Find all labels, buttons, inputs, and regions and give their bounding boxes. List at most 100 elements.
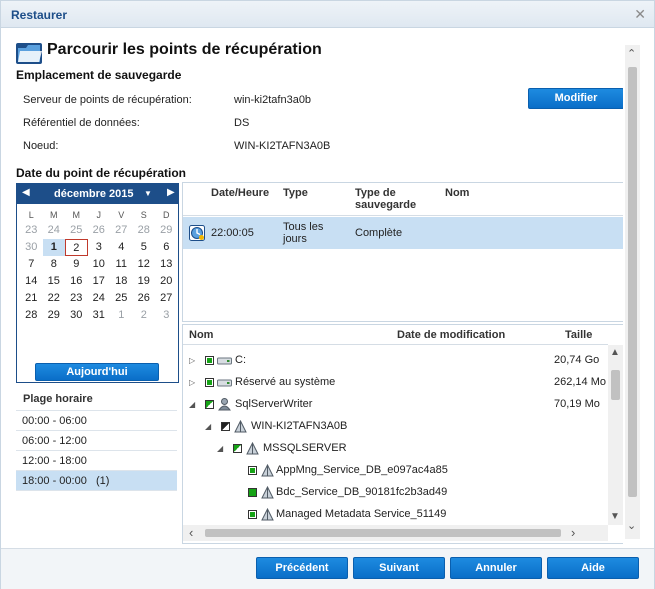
tree-row[interactable]: AppMng_Service_DB_e097ac4a85 [183,460,608,482]
calendar-day[interactable]: 27 [155,290,178,307]
collapse-icon[interactable]: ◢ [189,400,195,409]
tree-checkbox[interactable] [233,444,242,453]
tree-col-modified[interactable]: Date de modification [397,329,505,341]
calendar-day[interactable]: 30 [65,307,88,324]
calendar-day[interactable]: 15 [43,273,66,290]
cancel-button[interactable]: Annuler [450,557,542,579]
time-range-item[interactable]: 06:00 - 12:00 [16,431,177,451]
time-range-item-selected[interactable]: 18:00 - 00:00 (1) [16,471,177,491]
tree-col-name[interactable]: Nom [189,329,213,341]
calendar-day[interactable]: 25 [110,290,133,307]
time-range-item[interactable]: 12:00 - 18:00 [16,451,177,471]
scroll-down-icon[interactable]: ⌄ [627,519,636,532]
tree-row[interactable]: ◢ SqlServerWriter 70,19 Mo [183,394,608,416]
recovery-point-row[interactable]: 22:00:05 Tous les jours Complète [183,217,623,249]
scroll-thumb[interactable] [611,370,620,400]
calendar-day[interactable]: 14 [20,273,43,290]
calendar-day[interactable]: 27 [110,222,133,239]
scroll-left-icon[interactable]: ‹ [189,525,193,540]
calendar-day[interactable]: 28 [20,307,43,324]
calendar-day[interactable]: 4 [110,239,133,256]
calendar-day[interactable]: 12 [133,256,156,273]
calendar-day[interactable]: 30 [20,239,43,256]
scroll-down-icon[interactable]: ▼ [610,511,620,522]
help-button[interactable]: Aide [547,557,639,579]
tree-checkbox[interactable] [248,488,257,497]
next-month-icon[interactable]: ▶ [167,187,175,198]
tree-checkbox[interactable] [221,422,230,431]
col-header-time[interactable]: Date/Heure [211,187,269,199]
today-button[interactable]: Aujourd'hui [35,363,159,381]
calendar-day[interactable]: 7 [20,256,43,273]
time-range-item[interactable]: 00:00 - 06:00 [16,411,177,431]
expand-icon[interactable]: ▷ [189,378,195,387]
datastore-value: DS [234,117,250,129]
scroll-thumb[interactable] [205,529,561,537]
node-label: Noeud: [23,140,59,152]
calendar-day[interactable]: 23 [65,290,88,307]
scroll-up-icon[interactable]: ⌃ [627,47,636,60]
prev-month-icon[interactable]: ◀ [22,187,30,198]
col-header-backup-type[interactable]: Type de sauvegarde [355,187,431,211]
calendar-day[interactable]: 19 [133,273,156,290]
calendar-day[interactable]: 17 [88,273,111,290]
tree-checkbox[interactable] [248,510,257,519]
scroll-thumb[interactable] [628,67,637,497]
col-header-type[interactable]: Type [283,187,308,199]
calendar-day[interactable]: 13 [155,256,178,273]
tree-row[interactable]: ◢ WIN-KI2TAFN3A0B [183,416,608,438]
calendar-day[interactable]: 26 [88,222,111,239]
previous-button[interactable]: Précédent [256,557,348,579]
tree-checkbox[interactable] [205,356,214,365]
col-header-name[interactable]: Nom [445,187,469,199]
tree-row[interactable]: ▷ Réservé au système 262,14 Mo [183,372,608,394]
calendar-day-today[interactable]: 2 [65,239,88,256]
tree-row[interactable]: Managed Metadata Service_51149 [183,504,608,526]
calendar-day[interactable]: 11 [110,256,133,273]
calendar-day[interactable]: 24 [88,290,111,307]
calendar-day[interactable]: 29 [43,307,66,324]
calendar-day[interactable]: 3 [155,307,178,324]
chevron-down-icon[interactable]: ▼ [144,189,152,198]
calendar-day[interactable]: 20 [155,273,178,290]
tree-row[interactable]: ▷ C: 20,74 Go [183,350,608,372]
calendar-day[interactable]: 28 [133,222,156,239]
calendar-day[interactable]: 1 [110,307,133,324]
calendar-day[interactable]: 10 [88,256,111,273]
calendar-day[interactable]: 23 [20,222,43,239]
dialog-vertical-scrollbar[interactable]: ⌃ ⌄ [625,45,640,539]
calendar-day[interactable]: 5 [133,239,156,256]
calendar-day[interactable]: 24 [43,222,66,239]
calendar-day[interactable]: 2 [133,307,156,324]
next-button[interactable]: Suivant [353,557,445,579]
calendar-day-selected[interactable]: 1 [42,239,65,256]
calendar-day[interactable]: 18 [110,273,133,290]
modify-button[interactable]: Modifier [528,88,623,109]
dialog-footer: Précédent Suivant Annuler Aide [1,548,654,589]
calendar-day[interactable]: 16 [65,273,88,290]
calendar-day[interactable]: 29 [155,222,178,239]
calendar-day[interactable]: 21 [20,290,43,307]
expand-icon[interactable]: ▷ [189,356,195,365]
calendar-day[interactable]: 22 [43,290,66,307]
tree-vertical-scrollbar[interactable]: ▲ ▼ [608,345,623,525]
collapse-icon[interactable]: ◢ [217,444,223,453]
calendar-day[interactable]: 31 [88,307,111,324]
collapse-icon[interactable]: ◢ [205,422,211,431]
tree-row[interactable]: Bdc_Service_DB_90181fc2b3ad49 [183,482,608,504]
tree-col-size[interactable]: Taille [565,329,592,341]
tree-checkbox[interactable] [205,378,214,387]
calendar-day[interactable]: 26 [133,290,156,307]
tree-horizontal-scrollbar[interactable]: ‹ › [183,525,608,541]
calendar-day[interactable]: 6 [155,239,178,256]
tree-checkbox[interactable] [205,400,214,409]
close-icon[interactable]: ✕ [634,6,646,23]
tree-row[interactable]: ◢ MSSQLSERVER [183,438,608,460]
calendar-day[interactable]: 25 [65,222,88,239]
tree-checkbox[interactable] [248,466,257,475]
calendar-day[interactable]: 8 [43,256,66,273]
scroll-right-icon[interactable]: › [571,525,575,540]
calendar-day[interactable]: 9 [65,256,88,273]
scroll-up-icon[interactable]: ▲ [610,347,620,358]
calendar-day[interactable]: 3 [88,239,111,256]
